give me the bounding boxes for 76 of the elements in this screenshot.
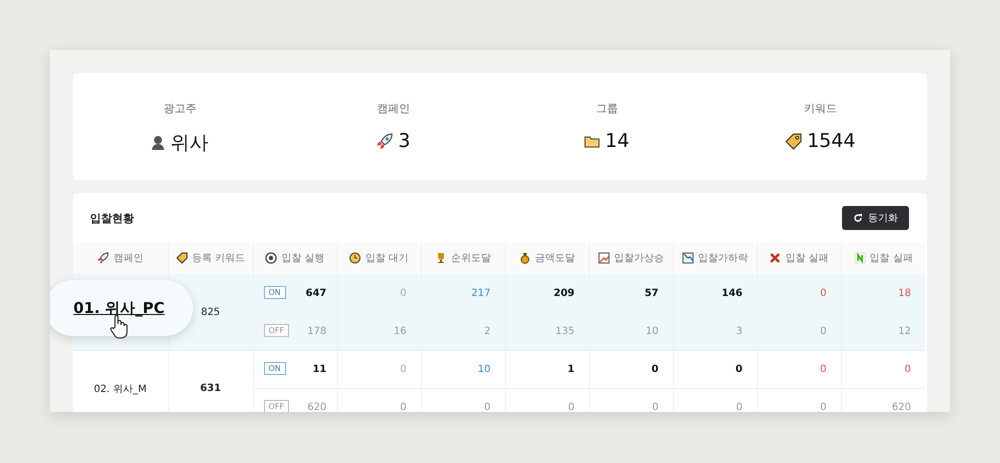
table-cell: 0 (820, 402, 826, 412)
target-icon (265, 252, 278, 264)
table-cell: 0 (400, 288, 406, 299)
table-cell: 1 (568, 364, 574, 375)
column-header: 등록 키워드 (168, 243, 253, 274)
medal-icon (519, 252, 531, 264)
table-cell: 209 (554, 288, 574, 299)
refresh-icon (853, 213, 863, 223)
table-cell: 0 (736, 402, 742, 412)
summary-label: 그룹 (596, 101, 618, 116)
column-header: 입찰가하락 (673, 243, 757, 274)
tag-icon (176, 252, 188, 264)
clock-icon (349, 252, 362, 264)
table-cell: 16 (394, 326, 406, 337)
campaign-link[interactable]: 01. 위사_PC (73, 298, 165, 318)
column-header: 입찰 실행 (253, 243, 337, 274)
table-cell: 0 (904, 364, 911, 375)
table-cell: 0 (820, 326, 826, 337)
table-cell-text: 11 (312, 362, 326, 376)
chart-up-icon (598, 252, 610, 264)
keyword-count: 631 (200, 383, 221, 394)
column-header: 캠페인 (73, 243, 168, 274)
table-cell: 135 (555, 326, 574, 337)
table-cell: 146 (722, 288, 742, 299)
column-header: 순위도달 (421, 243, 505, 274)
table-cell: 0 (484, 402, 490, 412)
summary-value: 14 (605, 130, 630, 152)
table-cell: 620 (892, 402, 911, 412)
table-cell: 0 (820, 364, 826, 375)
table-cell: 12 (898, 326, 911, 337)
person-icon (151, 135, 166, 151)
summary-label: 키워드 (804, 101, 837, 116)
table-cell: 0 (820, 288, 826, 299)
table-cell: 0 (652, 364, 658, 375)
table-cell-text: 620 (307, 400, 326, 412)
column-header: 금액도달 (505, 243, 589, 274)
n-logo-icon (854, 252, 866, 264)
summary-value: 3 (398, 130, 410, 152)
table-cell: 10 (478, 364, 490, 375)
rocket-icon (376, 132, 394, 150)
column-header: 입찰 대기 (337, 243, 421, 274)
summary-label: 캠페인 (376, 101, 410, 116)
trophy-icon (435, 252, 447, 264)
tag-icon (785, 132, 802, 150)
table-cell: 0 (400, 364, 406, 375)
keyword-count: 825 (200, 307, 220, 318)
table-cell: 0 (652, 402, 658, 412)
table-cell: 217 (471, 288, 490, 299)
table-cell: 18 (898, 288, 911, 299)
status-badge: OFF (264, 400, 289, 412)
table-cell: 0 (736, 364, 742, 375)
cross-icon (769, 252, 782, 264)
table-cell-text: 647 (306, 286, 326, 300)
table-cell: 0 (568, 402, 574, 412)
table-cell: 10 (646, 326, 658, 337)
sync-button[interactable]: 동기화 (842, 206, 909, 230)
campaign-callout[interactable]: 01. 위사_PC (50, 280, 193, 336)
status-badge: OFF (264, 324, 289, 336)
table-cell-text: 178 (307, 324, 326, 338)
summary-value: 1544 (807, 130, 856, 152)
chart-down-icon (682, 252, 694, 264)
summary-value: 위사 (170, 131, 208, 156)
table-cell: 57 (644, 288, 658, 299)
rocket-icon (97, 252, 110, 264)
table-cell: 2 (484, 326, 490, 337)
summary-label: 광고주 (163, 101, 196, 116)
column-header: 입찰 실패 (757, 243, 841, 274)
section-title: 입찰현황 (90, 210, 134, 226)
column-header: 입찰 실패 (841, 243, 925, 274)
table-cell: 3 (736, 326, 742, 337)
campaign-name[interactable]: 02. 위사_M (94, 384, 147, 394)
column-header: 입찰가상승 (589, 243, 673, 274)
folder-icon (584, 134, 600, 148)
status-badge: ON (264, 362, 286, 374)
table-cell: 0 (400, 402, 406, 412)
status-badge: ON (264, 286, 286, 298)
